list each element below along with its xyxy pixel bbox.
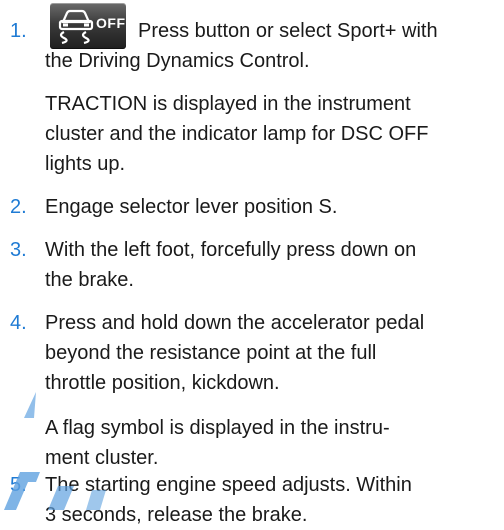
step-1-number: 1. (10, 20, 27, 42)
instruction-page: 1. OFF Press button or select Sport+ wit… (0, 0, 504, 526)
step-3-number: 3. (10, 239, 27, 261)
watermark-logo (4, 472, 106, 510)
step-1-line-2: the Driving Dynamics Control. (45, 50, 310, 72)
watermark-fragment (24, 392, 36, 418)
step-3-line-2: the brake. (45, 269, 134, 291)
dsc-off-label: OFF (96, 15, 126, 31)
step-2-number: 2. (10, 196, 27, 218)
step-4-note-line-1: A flag symbol is displayed in the instru… (45, 417, 390, 439)
step-1-note-line-1: TRACTION is displayed in the instrument (45, 93, 411, 115)
step-4-line-2: beyond the resistance point at the full (45, 342, 377, 364)
step-4-line-1: Press and hold down the accelerator peda… (45, 312, 425, 334)
step-1-note-line-2: cluster and the indicator lamp for DSC O… (45, 123, 429, 145)
car-skid-icon (58, 9, 94, 44)
step-4-line-3: throttle position, kickdown. (45, 372, 280, 394)
step-4-number: 4. (10, 312, 27, 334)
step-1-line-1: Press button or select Sport+ with (138, 20, 438, 42)
step-1-note-line-3: lights up. (45, 153, 126, 175)
step-2-line-1: Engage selector lever position S. (45, 196, 338, 218)
step-3-line-1: With the left foot, forcefully press dow… (45, 239, 417, 261)
dsc-off-icon: OFF (50, 3, 126, 49)
